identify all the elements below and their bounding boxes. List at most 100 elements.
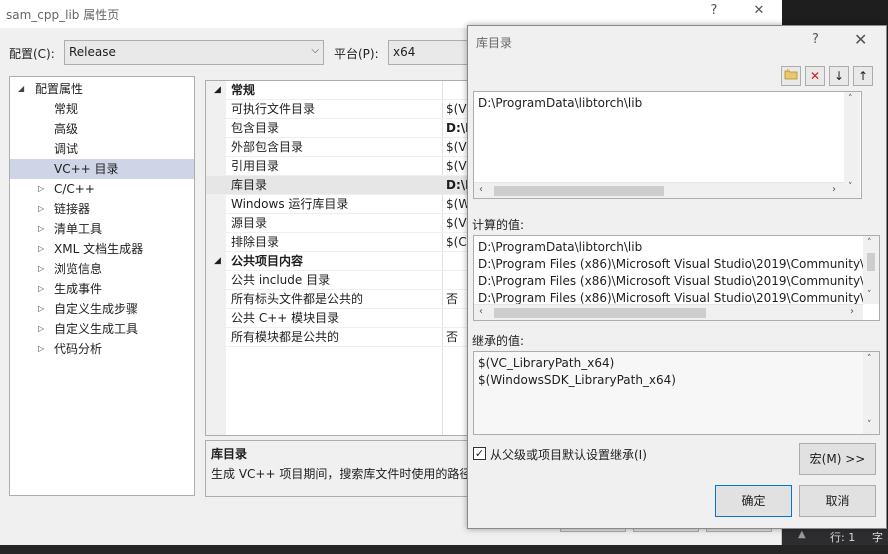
chevron-up-icon[interactable]: ˄ xyxy=(848,94,853,104)
section-public-project[interactable]: ◢ 公共项目内容 xyxy=(206,252,467,271)
property-value: $(VC xyxy=(446,159,467,173)
grid-row[interactable]: 排除目录 $(Co xyxy=(206,233,467,252)
config-dropdown[interactable]: Release ⌵ xyxy=(64,40,324,65)
inherit-checkbox-label[interactable]: 从父级或项目默认设置继承(I) xyxy=(490,446,647,463)
grid-row[interactable]: Windows 运行库目录 $(W xyxy=(206,195,468,214)
property-grid: ◢ 常规 可执行文件目录 $(VC 包含目录 D:\P 外部包含目录 $(VC 引用目… xyxy=(205,80,468,436)
chevron-up-icon[interactable]: ˄ xyxy=(867,354,872,364)
tree-item-code-analysis[interactable]: ▷ 代码分析 xyxy=(10,339,194,359)
chevron-down-icon[interactable]: ˅ xyxy=(867,420,872,430)
property-value: $(W xyxy=(446,197,468,211)
close-button[interactable]: ✕ xyxy=(748,3,770,18)
vertical-scrollbar[interactable]: ˄ ˅ xyxy=(844,92,860,198)
horizontal-scrollbar[interactable]: ‹ › xyxy=(474,182,844,198)
collapsed-triangle-icon[interactable]: ▷ xyxy=(38,279,44,299)
delete-line-button[interactable]: ✕ xyxy=(805,66,825,86)
chevron-down-icon[interactable]: ˅ xyxy=(867,290,872,300)
tree-item-manifest-tool[interactable]: ▷ 清单工具 xyxy=(10,219,194,239)
move-up-button[interactable]: ↑ xyxy=(853,66,873,86)
grid-row[interactable]: 外部包含目录 $(VC xyxy=(206,138,467,157)
computed-values-list[interactable]: D:\ProgramData\libtorch\lib D:\Program F… xyxy=(473,235,880,321)
move-down-button[interactable]: ↓ xyxy=(829,66,849,86)
tree-item-vc-directories[interactable]: VC++ 目录 xyxy=(10,159,194,179)
grid-row[interactable]: 所有标头文件都是公共的 否 xyxy=(206,290,467,309)
tree-item-browse-info[interactable]: ▷ 浏览信息 xyxy=(10,259,194,279)
platform-dropdown[interactable]: x64 xyxy=(388,40,470,65)
tree-item-xml-doc[interactable]: ▷ XML 文档生成器 xyxy=(10,239,194,259)
vertical-scrollbar[interactable]: ˄ ˅ xyxy=(863,352,879,434)
list-item: D:\Program Files (x86)\Microsoft Visual … xyxy=(478,274,880,288)
tree-item-advanced[interactable]: 高级 xyxy=(10,119,194,139)
property-name: 源目录 xyxy=(231,216,268,230)
inherited-values-list[interactable]: $(VC_LibraryPath_x64) $(WindowsSDK_Libra… xyxy=(473,351,880,435)
grid-row-selected[interactable]: 库目录 D:\P xyxy=(206,176,467,195)
help-button[interactable]: ? xyxy=(703,3,725,18)
chevron-left-icon[interactable]: ‹ xyxy=(479,306,483,317)
property-tree: ◢ 配置属性 常规 高级 调试 VC++ 目录 ▷ C/C++ ▷ 链接器 ▷ 清单工… xyxy=(9,76,195,496)
arrow-up-icon[interactable]: ▲ xyxy=(798,529,806,540)
new-line-button[interactable] xyxy=(781,66,801,86)
property-value: 否 xyxy=(446,292,459,306)
platform-label: 平台(P): xyxy=(334,47,379,61)
tree-root[interactable]: ◢ 配置属性 xyxy=(10,79,194,99)
macros-button[interactable]: 宏(M) >> xyxy=(799,443,876,475)
property-name: 库目录 xyxy=(231,178,268,192)
help-button[interactable]: ? xyxy=(812,32,819,47)
chevron-right-icon[interactable]: › xyxy=(850,306,854,317)
property-name: 所有标头文件都是公共的 xyxy=(231,292,364,306)
collapsed-triangle-icon[interactable]: ▷ xyxy=(38,259,44,279)
chevron-down-icon[interactable]: ˅ xyxy=(848,182,853,192)
grid-row[interactable]: 公共 C++ 模块目录 xyxy=(206,309,467,328)
tree-item-label: 自定义生成步骤 xyxy=(54,302,139,316)
tree-item-label: XML 文档生成器 xyxy=(54,242,144,256)
tree-item-debugging[interactable]: 调试 xyxy=(10,139,194,159)
chevron-left-icon[interactable]: ‹ xyxy=(479,184,483,195)
collapsed-triangle-icon[interactable]: ▷ xyxy=(38,239,44,259)
collapsed-triangle-icon[interactable]: ▷ xyxy=(38,219,44,239)
list-item: D:\ProgramData\libtorch\lib xyxy=(478,240,643,254)
list-item[interactable]: D:\ProgramData\libtorch\lib xyxy=(478,96,642,110)
description-text: 生成 VC++ 项目期间，搜索库文件时使用的路径 xyxy=(211,467,468,481)
expanded-triangle-icon[interactable]: ◢ xyxy=(214,252,221,271)
config-value: Release xyxy=(69,45,116,59)
scroll-thumb[interactable] xyxy=(867,253,875,271)
tree-item-c-cpp[interactable]: ▷ C/C++ xyxy=(10,179,194,199)
tree-item-custom-build-tool[interactable]: ▷ 自定义生成工具 xyxy=(10,319,194,339)
tree-item-label: VC++ 目录 xyxy=(54,162,119,176)
cancel-button[interactable]: 取消 xyxy=(799,485,876,517)
inherit-checkbox[interactable]: ✓ xyxy=(473,447,486,460)
grid-row[interactable]: 所有模块都是公共的 否 xyxy=(206,328,467,347)
tree-item-build-events[interactable]: ▷ 生成事件 xyxy=(10,279,194,299)
scroll-thumb[interactable] xyxy=(494,186,664,196)
arrow-up-icon: ↑ xyxy=(857,69,869,83)
red-x-icon: ✕ xyxy=(809,69,821,83)
tree-item-general[interactable]: 常规 xyxy=(10,99,194,119)
ok-button[interactable]: 确定 xyxy=(715,485,792,517)
collapsed-triangle-icon[interactable]: ▷ xyxy=(38,339,44,359)
grid-row[interactable]: 公共 include 目录 xyxy=(206,271,467,290)
collapsed-triangle-icon[interactable]: ▷ xyxy=(38,179,44,199)
collapsed-triangle-icon[interactable]: ▷ xyxy=(38,299,44,319)
taskbar-strip xyxy=(0,545,888,554)
grid-row[interactable]: 引用目录 $(VC xyxy=(206,157,467,176)
tree-item-label: 调试 xyxy=(54,142,79,156)
chevron-up-icon[interactable]: ˄ xyxy=(867,238,872,248)
expanded-triangle-icon[interactable]: ◢ xyxy=(18,79,24,99)
tree-item-custom-build-step[interactable]: ▷ 自定义生成步骤 xyxy=(10,299,194,319)
tree-item-linker[interactable]: ▷ 链接器 xyxy=(10,199,194,219)
property-value: 否 xyxy=(446,330,459,344)
directory-entries-list[interactable]: D:\ProgramData\libtorch\lib ‹ › ˄ ˅ xyxy=(473,91,862,199)
property-value: $(VC xyxy=(446,140,467,154)
vertical-scrollbar[interactable]: ˄ ˅ xyxy=(863,236,879,304)
chevron-right-icon[interactable]: › xyxy=(832,184,836,195)
collapsed-triangle-icon[interactable]: ▷ xyxy=(38,319,44,339)
scroll-thumb[interactable] xyxy=(494,308,706,318)
grid-row[interactable]: 源目录 $(VC xyxy=(206,214,467,233)
close-button[interactable]: ✕ xyxy=(854,30,867,49)
grid-row[interactable]: 可执行文件目录 $(VC xyxy=(206,100,467,119)
horizontal-scrollbar[interactable]: ‹ › xyxy=(474,304,863,320)
collapsed-triangle-icon[interactable]: ▷ xyxy=(38,199,44,219)
expanded-triangle-icon[interactable]: ◢ xyxy=(214,81,221,100)
section-general[interactable]: ◢ 常规 xyxy=(206,81,467,100)
grid-row[interactable]: 包含目录 D:\P xyxy=(206,119,467,138)
